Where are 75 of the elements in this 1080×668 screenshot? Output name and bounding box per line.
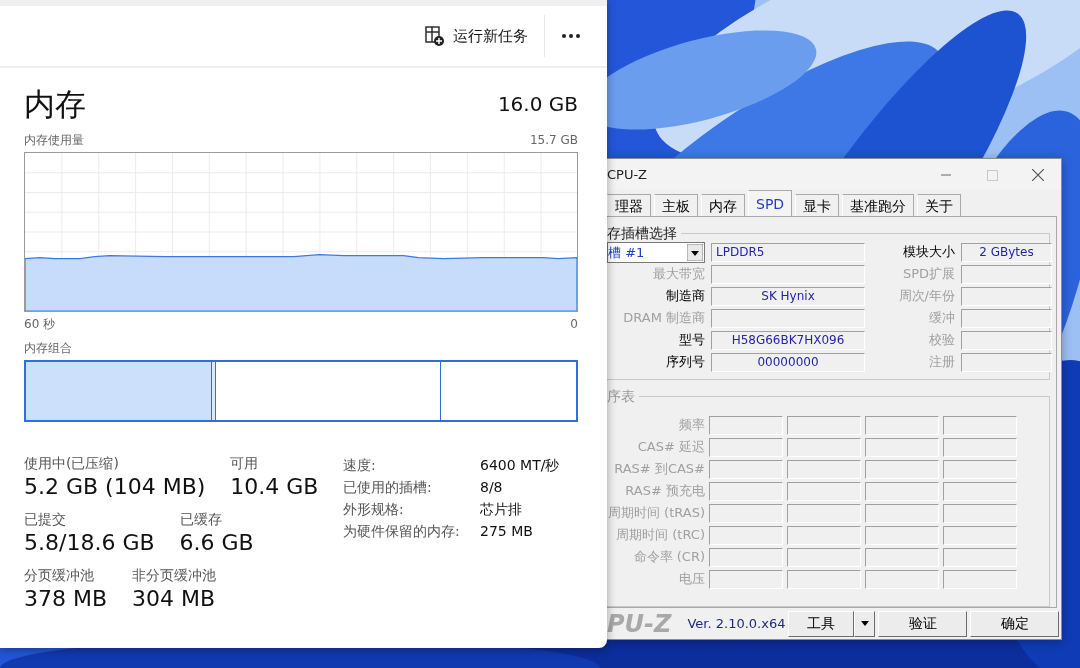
axis-label: 60 秒 (24, 316, 56, 332)
field-label: RAS# 到CAS# (613, 460, 705, 479)
detail-value: 8/8 (480, 478, 503, 497)
value-field: LPDDR5 (711, 242, 865, 262)
new-task-icon (425, 25, 445, 47)
field-label: 模块大小 (902, 243, 955, 262)
run-task-button[interactable]: 运行新任务 (417, 20, 536, 52)
graph-max-label: 15.7 GB (529, 132, 578, 148)
field-label: DRAM 制造商 (622, 309, 705, 328)
caret-icon (860, 621, 869, 626)
detail-value: 芯片排 (480, 500, 522, 519)
detail-label: 为硬件保留的内存: (343, 522, 461, 541)
group-title: 存插槽选择 (607, 225, 678, 241)
tab[interactable]: 基准跑分 (842, 194, 915, 216)
composition-label: 内存组合 (24, 340, 73, 356)
more-icon (561, 33, 581, 40)
detail-value: 6400 MT/秒 (480, 456, 560, 475)
field-label: 制造商 (665, 287, 705, 306)
field-label: 最大带宽 (652, 265, 705, 284)
detail-label: 外形规格: (343, 500, 405, 519)
tab[interactable]: 关于 (917, 194, 962, 216)
stat-value: 6.6 GB (179, 529, 254, 557)
tab[interactable]: 内存 (701, 194, 745, 216)
close-icon (1032, 169, 1044, 181)
tools-button[interactable]: 工具 (788, 610, 854, 637)
stat-label: 已提交 (24, 510, 67, 528)
field-label: SPD扩展 (901, 265, 955, 284)
dropdown-button[interactable] (854, 610, 875, 637)
field-label: 命令率 (CR) (632, 548, 705, 567)
field-label: 校验 (928, 331, 955, 350)
stat-label: 非分页缓冲池 (132, 566, 217, 584)
detail-label: 速度: (343, 456, 377, 475)
stat-label: 已缓存 (179, 510, 223, 528)
tab[interactable]: 显卡 (795, 194, 840, 216)
stat-label: 可用 (230, 454, 260, 472)
axis-label: 0 (570, 316, 578, 332)
graph-label: 内存使用量 (24, 132, 84, 148)
value-field: H58G66BK7HX096 (711, 330, 865, 350)
dropdown-arrow-icon (687, 243, 703, 261)
field-label: RAS# 预充电 (624, 482, 705, 501)
window-title: CPU-Z (607, 165, 648, 184)
field-label: 注册 (928, 353, 955, 372)
field-label: 缓冲 (928, 309, 955, 328)
section-title: 内存 (24, 85, 86, 124)
stat-label: 分页缓冲池 (24, 566, 95, 584)
stat-value: 5.2 GB (104 MB) (24, 473, 206, 501)
value-field: SK Hynix (711, 286, 865, 306)
stat-value: 304 MB (132, 585, 217, 613)
field-label: 周次/年份 (897, 287, 955, 306)
stat-value: 10.4 GB (230, 473, 319, 501)
group-title: 序表 (607, 388, 636, 404)
detail-value: 275 MB (480, 522, 533, 541)
dialog-button[interactable]: 确定 (970, 610, 1059, 637)
slot-dropdown[interactable]: 槽 #1 (607, 241, 705, 263)
value-field: 00000000 (711, 352, 865, 372)
tab[interactable]: 主板 (654, 194, 698, 216)
field-label: 周期时间 (tRC) (615, 526, 705, 545)
field-label: 型号 (678, 331, 705, 350)
detail-label: 已使用的插槽: (343, 478, 433, 497)
total-memory: 16.0 GB (497, 91, 578, 118)
dialog-button[interactable]: 验证 (878, 610, 967, 637)
maximize-icon (986, 169, 998, 181)
value-field: 2 GBytes (961, 242, 1052, 262)
field-label: 电压 (678, 570, 705, 589)
tab[interactable]: SPD (748, 190, 793, 216)
field-label: CAS# 延迟 (636, 438, 705, 457)
field-label: 序列号 (665, 353, 705, 372)
app-logo: PU-Z (607, 609, 672, 638)
stat-value: 5.8/18.6 GB (24, 529, 155, 557)
stat-value: 378 MB (24, 585, 108, 613)
field-label: 频率 (678, 416, 705, 435)
stat-label: 使用中(已压缩) (24, 454, 120, 472)
field-label: 周期时间 (tRAS) (607, 504, 705, 523)
tab[interactable]: 理器 (607, 194, 651, 216)
version-text: Ver. 2.10.0.x64 (687, 614, 786, 633)
